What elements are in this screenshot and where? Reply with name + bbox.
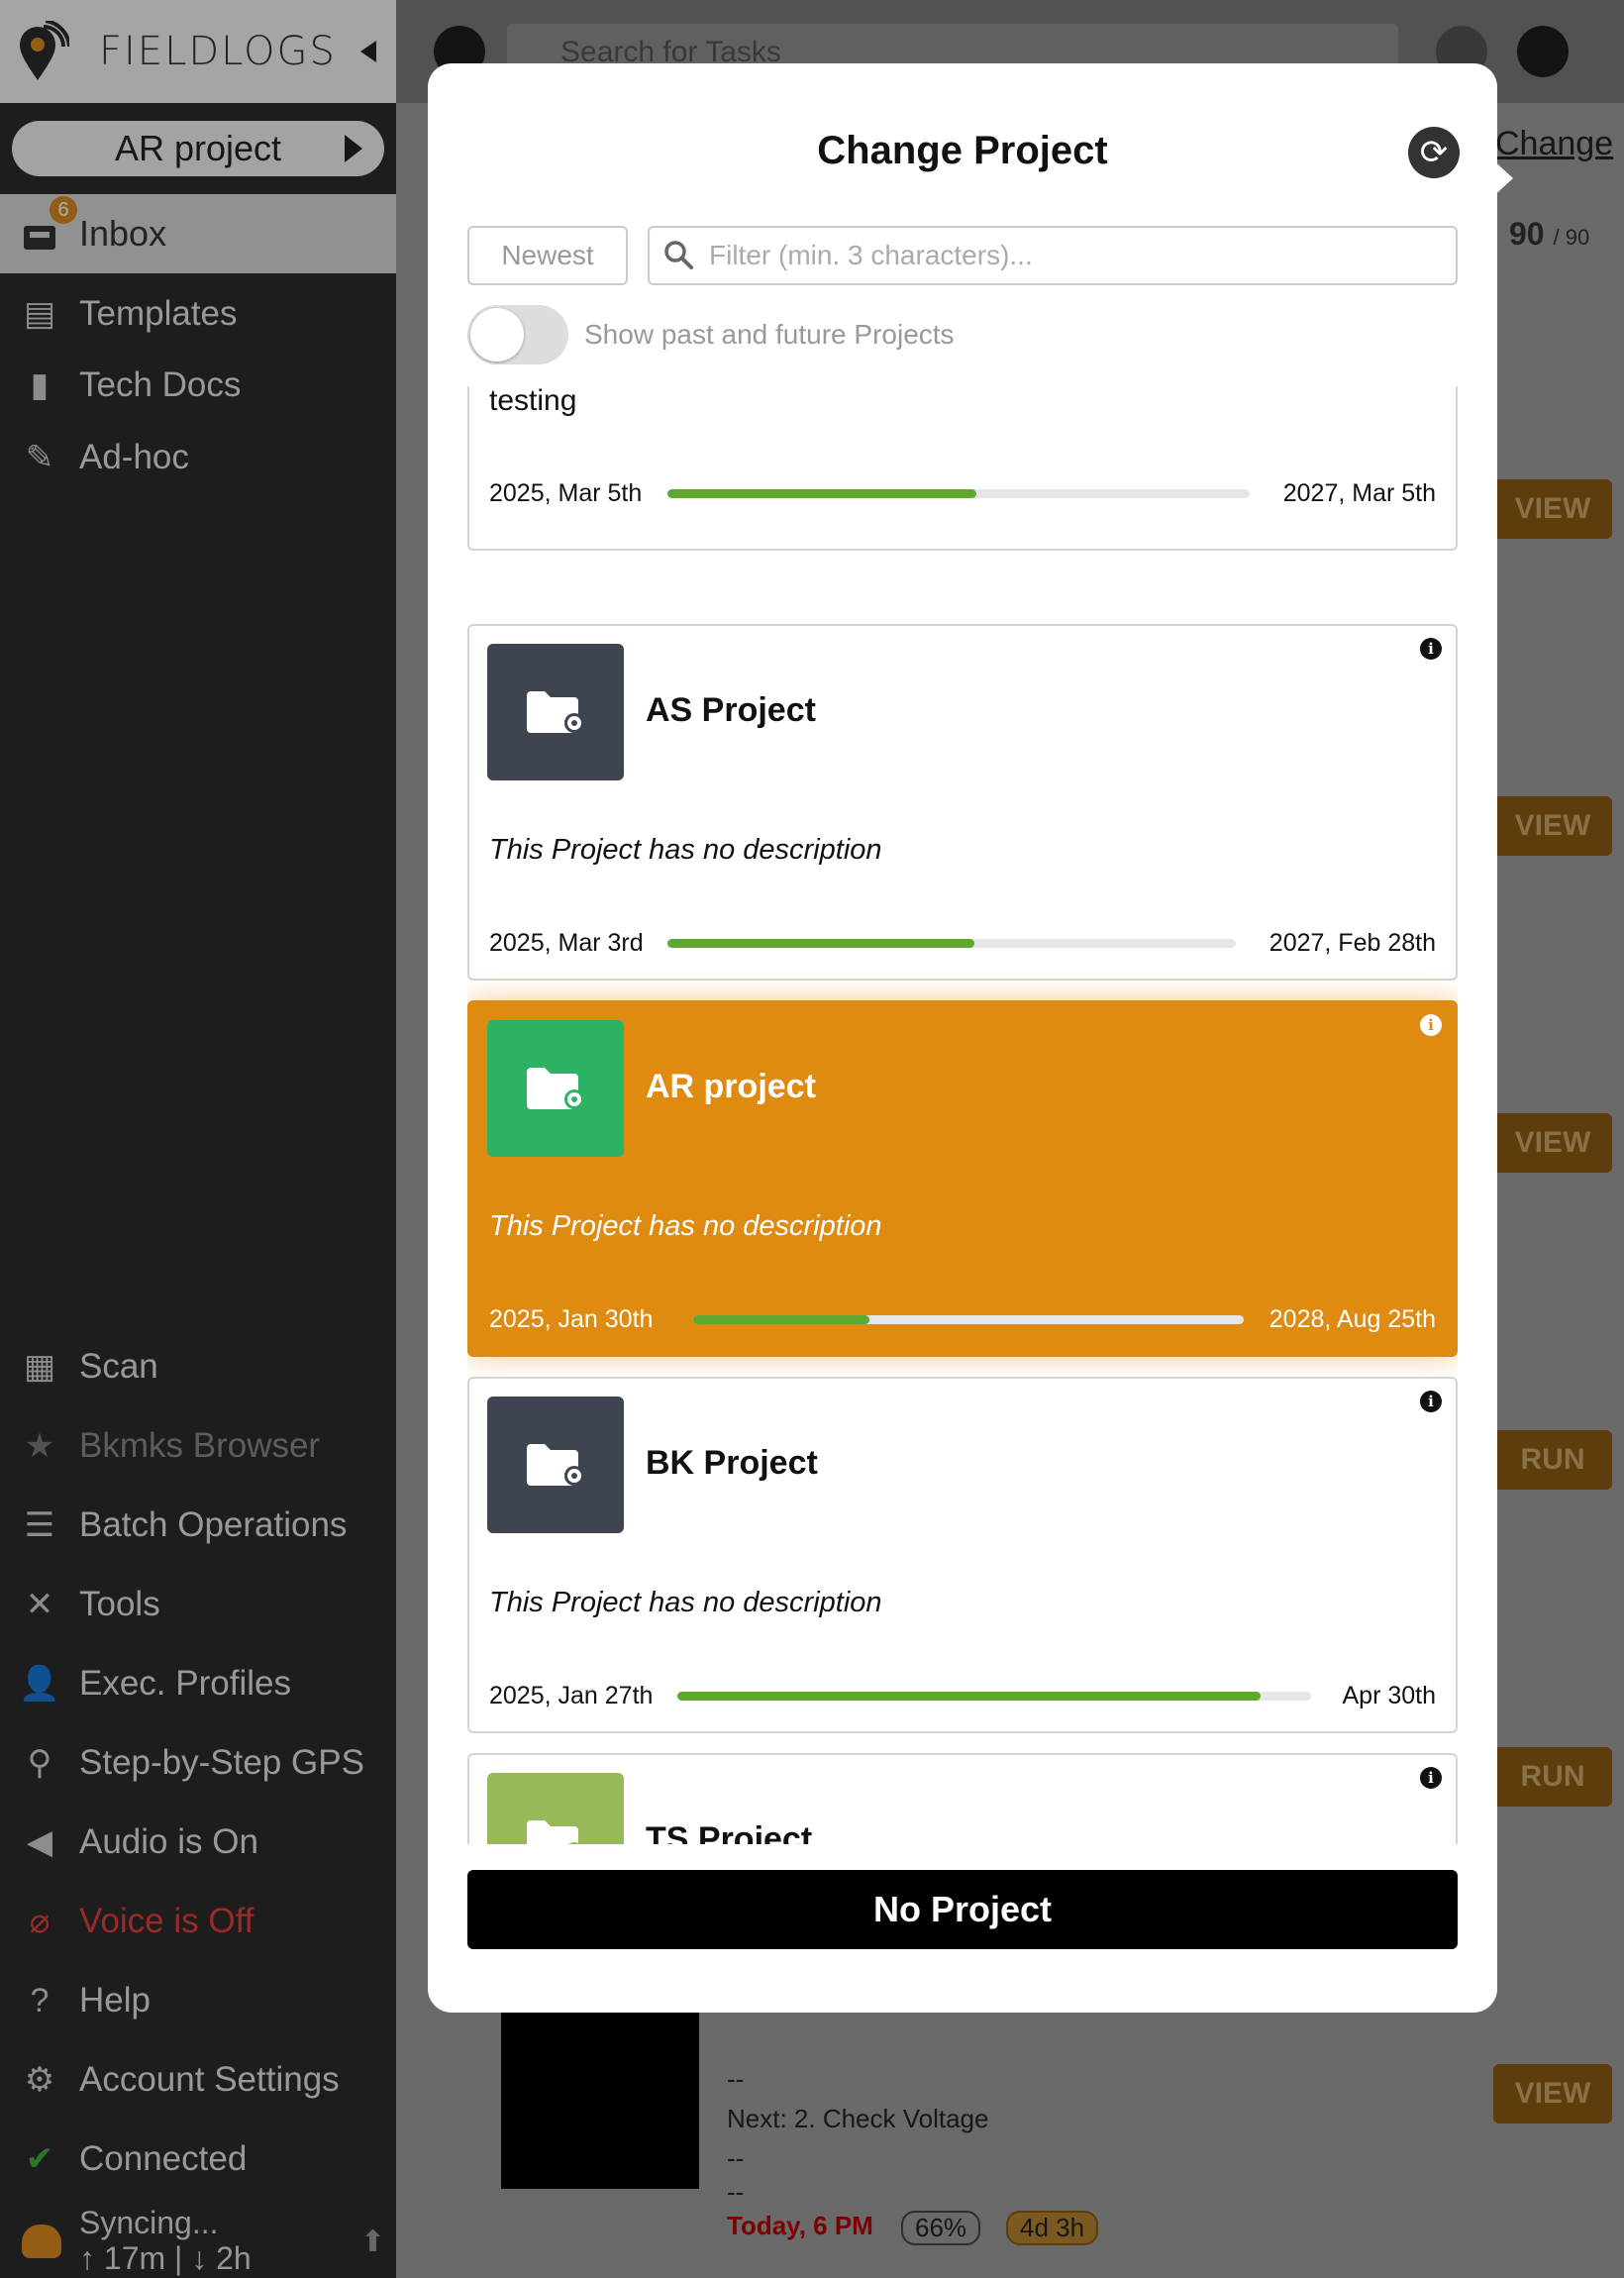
show-past-future-toggle[interactable]	[467, 305, 568, 364]
project-card-as-project[interactable]: AS Project i This Project has no descrip…	[467, 624, 1458, 981]
project-progress-track	[667, 489, 1250, 498]
project-end-date: 2027, Mar 5th	[1282, 479, 1436, 507]
project-description: testing	[489, 386, 577, 417]
project-description: This Project has no description	[489, 834, 882, 866]
change-project-modal: Change Project ⟳ Newest Show past and fu…	[428, 63, 1497, 2013]
project-thumbnail	[487, 1397, 624, 1533]
project-start-date: 2025, Jan 30th	[489, 1305, 654, 1333]
refresh-projects-button[interactable]: ⟳	[1408, 127, 1460, 178]
project-description: This Project has no description	[489, 1587, 882, 1618]
folder-gear-icon	[527, 1820, 580, 1844]
project-progress-track	[677, 1692, 1311, 1701]
project-name: AR project	[646, 1068, 816, 1105]
folder-gear-icon	[527, 1444, 584, 1486]
project-progress-track	[693, 1315, 1244, 1324]
info-icon[interactable]: i	[1420, 638, 1442, 660]
project-card-ts-project[interactable]: TS Project i	[467, 1753, 1458, 1844]
project-card[interactable]: testing 2025, Mar 5th 2027, Mar 5th	[467, 386, 1458, 551]
project-end-date: Apr 30th	[1342, 1682, 1436, 1709]
project-start-date: 2025, Mar 5th	[489, 479, 643, 507]
toggle-knob	[470, 308, 524, 362]
project-list: testing 2025, Mar 5th 2027, Mar 5th AS P…	[467, 386, 1458, 1844]
info-icon[interactable]: i	[1420, 1767, 1442, 1789]
modal-title: Change Project	[817, 129, 1108, 172]
project-start-date: 2025, Jan 27th	[489, 1682, 654, 1709]
project-description: This Project has no description	[489, 1210, 882, 1242]
info-icon[interactable]: i	[1420, 1391, 1442, 1412]
project-end-date: 2027, Feb 28th	[1269, 929, 1436, 957]
search-icon	[663, 240, 693, 269]
project-progress-fill	[677, 1692, 1261, 1701]
project-thumbnail	[487, 1773, 624, 1844]
project-filter	[648, 226, 1458, 285]
project-start-date: 2025, Mar 3rd	[489, 929, 644, 957]
info-icon[interactable]: i	[1420, 1014, 1442, 1036]
project-name: BK Project	[646, 1444, 818, 1482]
toggle-label: Show past and future Projects	[584, 319, 955, 350]
project-thumbnail	[487, 1020, 624, 1157]
project-progress-fill	[667, 489, 976, 498]
refresh-icon: ⟳	[1419, 134, 1449, 171]
project-name: AS Project	[646, 691, 816, 729]
project-card-ar-project[interactable]: AR project i This Project has no descrip…	[467, 1000, 1458, 1357]
project-progress-track	[667, 939, 1236, 948]
folder-gear-icon	[527, 691, 584, 733]
project-progress-fill	[693, 1315, 869, 1324]
project-card-bk-project[interactable]: BK Project i This Project has no descrip…	[467, 1377, 1458, 1733]
project-thumbnail	[487, 644, 624, 780]
project-filter-input[interactable]	[709, 234, 1442, 277]
folder-gear-icon	[527, 1068, 584, 1109]
project-end-date: 2028, Aug 25th	[1269, 1305, 1436, 1333]
project-progress-fill	[667, 939, 974, 948]
sort-newest-button[interactable]: Newest	[467, 226, 628, 285]
project-name: TS Project	[646, 1820, 813, 1844]
no-project-button[interactable]: No Project	[467, 1870, 1458, 1949]
